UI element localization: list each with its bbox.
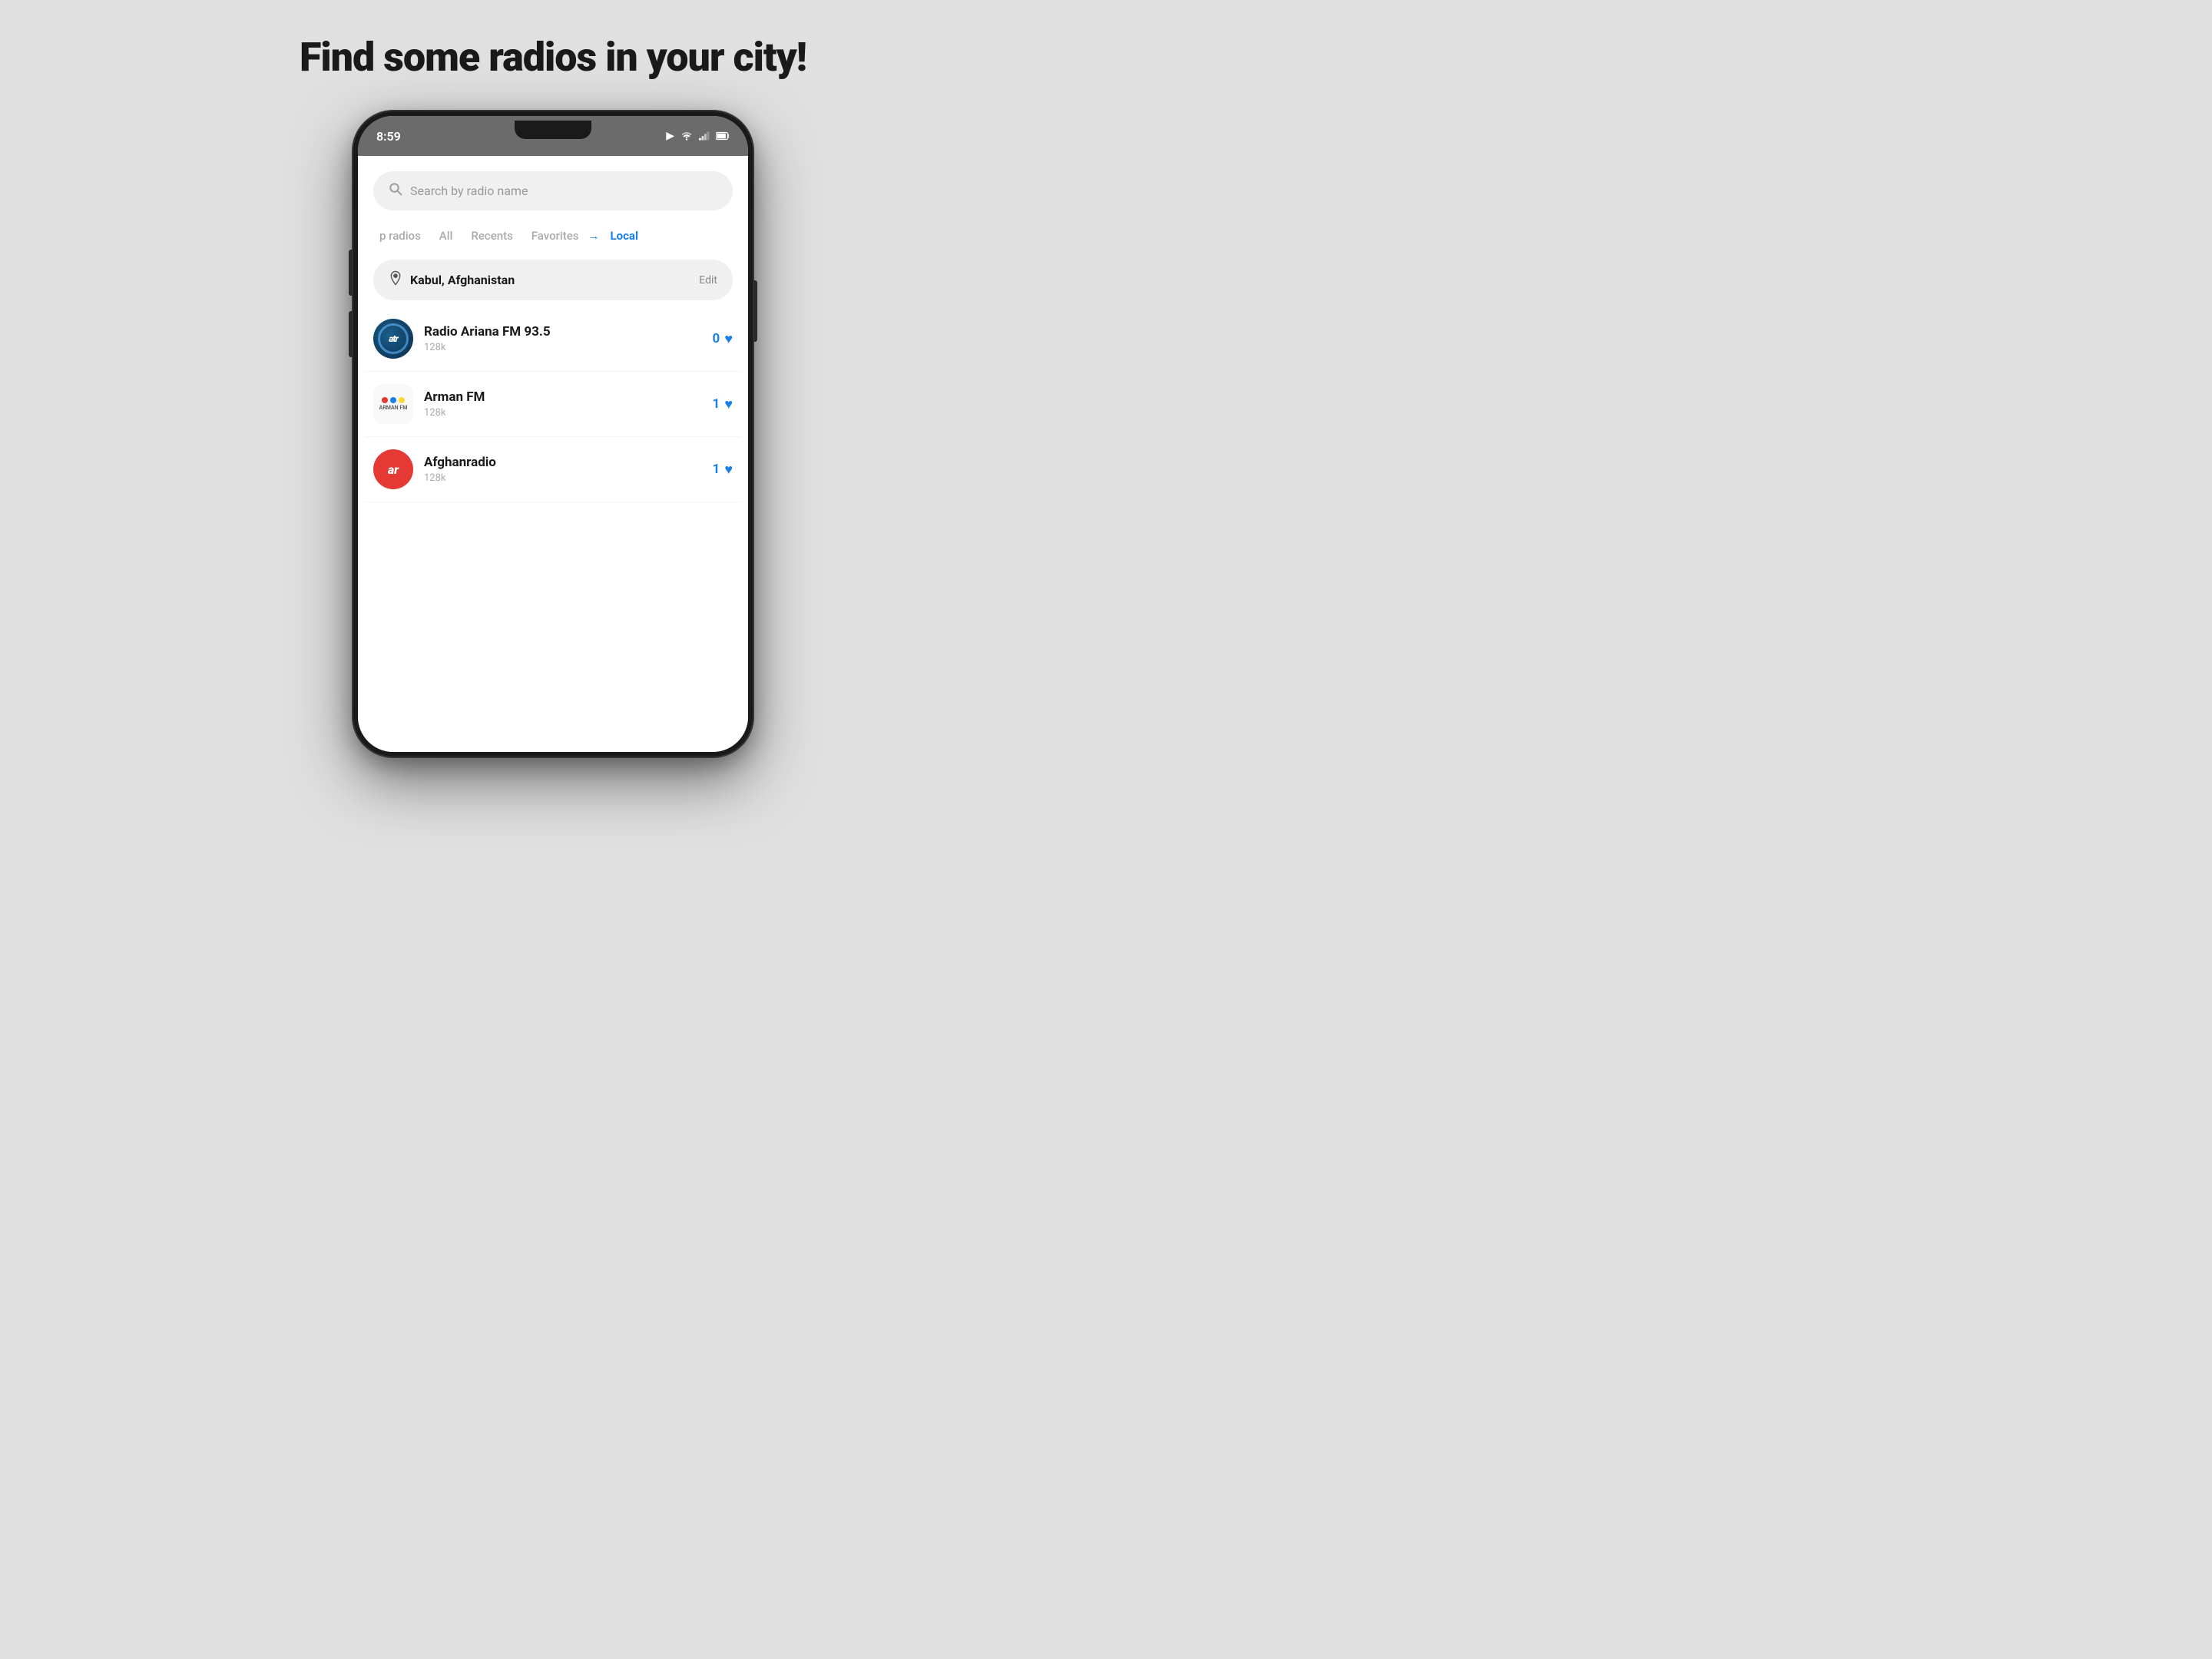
location-bar[interactable]: Kabul, Afghanistan Edit: [373, 260, 733, 300]
status-icons: ▶: [666, 129, 730, 144]
phone-screen: 8:59 ▶: [358, 116, 748, 752]
radio-logo-arman: ARMAN FM: [373, 384, 413, 424]
heart-icon[interactable]: ♥: [724, 331, 733, 347]
radio-item[interactable]: ARMAN FM Arman FM 128k 1 ♥: [366, 372, 740, 437]
tab-top-radios[interactable]: p radios: [370, 224, 430, 247]
radio-stats: 1 ♥: [713, 462, 733, 478]
tab-arrow-icon: →: [588, 229, 600, 243]
radio-logo-afghan: ar: [373, 449, 413, 489]
tabs-bar: p radios All Recents Favorites → Local: [358, 218, 748, 253]
heart-icon[interactable]: ♥: [724, 462, 733, 478]
phone-frame: 8:59 ▶: [353, 111, 753, 757]
radio-list: atr Radio Ariana FM 93.5 128k 0 ♥: [358, 306, 748, 752]
radio-stats: 0 ♥: [713, 331, 733, 347]
like-count: 0: [713, 331, 720, 346]
radio-bitrate-text: 128k: [424, 342, 702, 353]
tab-favorites[interactable]: Favorites: [522, 224, 588, 247]
signal-icon: [699, 129, 710, 144]
tab-recents[interactable]: Recents: [462, 224, 522, 247]
tab-local[interactable]: Local: [601, 224, 647, 247]
radio-logo-atr: atr: [373, 319, 413, 359]
status-time: 8:59: [376, 129, 666, 144]
radio-name-text: Radio Ariana FM 93.5: [424, 324, 702, 339]
radio-info: Radio Ariana FM 93.5 128k: [424, 324, 702, 353]
like-count: 1: [713, 396, 720, 412]
tab-all[interactable]: All: [430, 224, 462, 247]
radio-item[interactable]: ar Afghanradio 128k 1 ♥: [366, 437, 740, 502]
play-icon: ▶: [666, 130, 674, 142]
radio-bitrate-text: 128k: [424, 472, 702, 484]
location-pin-icon: [389, 270, 402, 290]
radio-stats: 1 ♥: [713, 396, 733, 412]
radio-name-text: Arman FM: [424, 389, 702, 405]
search-icon: [389, 182, 402, 200]
search-bar[interactable]: Search by radio name: [373, 171, 733, 210]
page-title: Find some radios in your city!: [300, 34, 806, 81]
radio-info: Arman FM 128k: [424, 389, 702, 419]
edit-location-button[interactable]: Edit: [699, 274, 717, 286]
status-bar: 8:59 ▶: [358, 116, 748, 156]
battery-icon: [716, 129, 730, 144]
location-name-text: Kabul, Afghanistan: [410, 273, 691, 287]
radio-bitrate-text: 128k: [424, 407, 702, 419]
search-section: Search by radio name: [358, 156, 748, 218]
radio-item[interactable]: atr Radio Ariana FM 93.5 128k 0 ♥: [366, 306, 740, 372]
heart-icon[interactable]: ♥: [724, 396, 733, 412]
wifi-icon: [680, 129, 693, 144]
like-count: 1: [713, 462, 720, 477]
radio-info: Afghanradio 128k: [424, 455, 702, 484]
phone-device: 8:59 ▶: [353, 111, 753, 757]
screen-content: Search by radio name p radios All Recent…: [358, 156, 748, 752]
radio-name-text: Afghanradio: [424, 455, 702, 470]
search-placeholder-text: Search by radio name: [410, 184, 528, 198]
